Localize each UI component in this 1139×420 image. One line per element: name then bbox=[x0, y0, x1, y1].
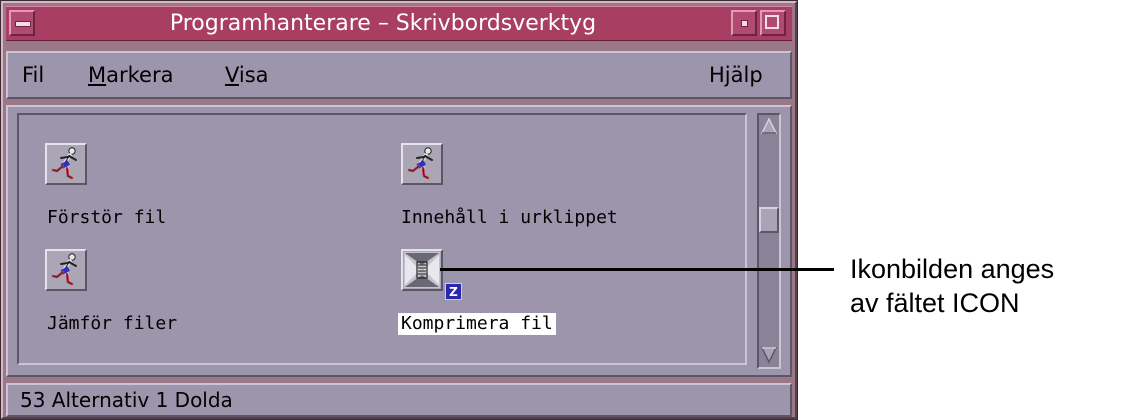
scroll-thumb[interactable] bbox=[759, 207, 779, 233]
menu-file[interactable]: Fil bbox=[22, 53, 44, 97]
compress-icon[interactable] bbox=[401, 249, 443, 291]
maximize-button[interactable] bbox=[760, 10, 786, 36]
menu-select[interactable]: Markera bbox=[88, 53, 173, 97]
minimize-button[interactable] bbox=[731, 10, 757, 36]
menu-view-mnemonic: V bbox=[225, 63, 239, 87]
vertical-scrollbar[interactable] bbox=[757, 113, 781, 369]
callout-line bbox=[440, 268, 834, 271]
icon-label[interactable]: Jämför filer bbox=[47, 313, 177, 335]
menu-select-label: arkera bbox=[106, 63, 174, 87]
icon-pane: Förstör fil Innehåll i urklippet Jämför … bbox=[17, 113, 747, 365]
callout-text-line2: av fältet ICON bbox=[850, 288, 1020, 318]
menu-bar: Fil Markera Visa Hjälp bbox=[6, 51, 792, 99]
menu-select-mnemonic: M bbox=[88, 63, 107, 87]
window-menu-button[interactable] bbox=[9, 10, 35, 36]
window-title: Programhanterare – Skrivbordsverktyg bbox=[169, 11, 597, 36]
icon-label[interactable]: Innehåll i urklippet bbox=[401, 207, 618, 229]
compressed-badge: Z bbox=[445, 283, 462, 300]
callout-text-line1: Ikonbilden anges bbox=[850, 254, 1055, 284]
menu-view-label: isa bbox=[238, 63, 269, 87]
status-bar: 53 Alternativ 1 Dolda bbox=[6, 383, 792, 417]
status-text: 53 Alternativ 1 Dolda bbox=[20, 388, 233, 412]
title-bar[interactable]: Programhanterare – Skrivbordsverktyg bbox=[6, 6, 792, 41]
icon-label[interactable]: Förstör fil bbox=[47, 207, 166, 229]
scroll-up-arrow-icon[interactable] bbox=[760, 116, 778, 136]
runner-icon[interactable] bbox=[45, 143, 87, 185]
menu-help[interactable]: Hjälp bbox=[709, 53, 763, 97]
app-window: Programhanterare – Skrivbordsverktyg Fil… bbox=[0, 0, 798, 420]
runner-icon[interactable] bbox=[45, 249, 87, 291]
icon-label-selected[interactable]: Komprimera fil bbox=[398, 313, 556, 335]
runner-icon[interactable] bbox=[401, 143, 443, 185]
menu-view[interactable]: Visa bbox=[225, 53, 269, 97]
scroll-down-arrow-icon[interactable] bbox=[760, 345, 778, 365]
